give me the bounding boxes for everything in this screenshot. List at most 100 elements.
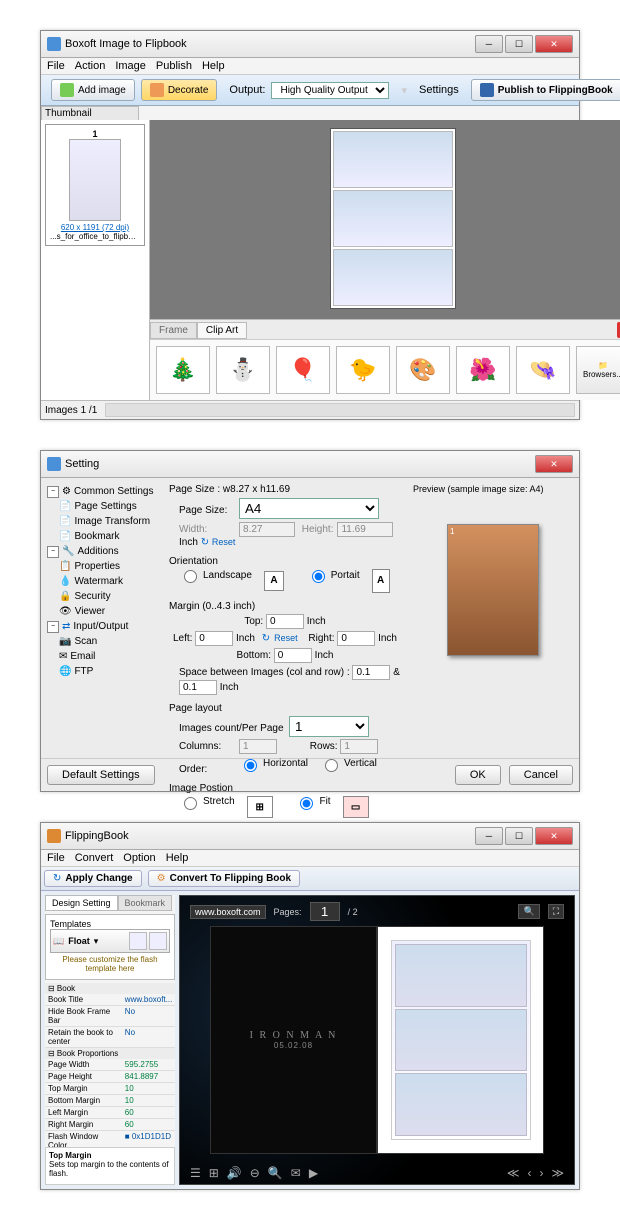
settings-label[interactable]: Settings bbox=[419, 84, 459, 96]
next-page-icon[interactable]: › bbox=[539, 1166, 543, 1180]
page-current-input[interactable] bbox=[310, 902, 340, 921]
close-button[interactable]: ✕ bbox=[535, 455, 573, 473]
tree-scan[interactable]: Scan bbox=[74, 634, 97, 649]
menu-action[interactable]: Action bbox=[75, 60, 106, 72]
reset-link[interactable]: Reset bbox=[212, 537, 236, 547]
template-select[interactable]: 📖Float▾ bbox=[50, 929, 170, 953]
prop-row[interactable]: Hide Book Frame BarNo bbox=[45, 1006, 175, 1027]
menu-option[interactable]: Option bbox=[123, 852, 155, 864]
clip-item[interactable]: 🎄 bbox=[156, 346, 210, 394]
zoom-icon[interactable]: 🔍 bbox=[518, 904, 539, 919]
canvas[interactable] bbox=[150, 120, 620, 319]
output-select[interactable]: High Quality Output bbox=[271, 82, 389, 99]
apply-change-button[interactable]: ↻Apply Change bbox=[44, 870, 142, 887]
right-page[interactable] bbox=[377, 926, 544, 1154]
tpl-icon[interactable] bbox=[149, 932, 167, 950]
prop-row[interactable]: Page Width595.2755 bbox=[45, 1059, 175, 1071]
stretch-radio[interactable]: Stretch bbox=[179, 794, 235, 810]
prev-page-icon[interactable]: ‹ bbox=[527, 1166, 531, 1180]
bottom-input[interactable] bbox=[274, 648, 312, 663]
collapse-icon[interactable]: − bbox=[47, 486, 59, 498]
cancel-button[interactable]: Cancel bbox=[509, 765, 573, 785]
decorate-button[interactable]: Decorate bbox=[141, 79, 218, 101]
maximize-button[interactable]: ☐ bbox=[505, 827, 533, 845]
clip-item[interactable]: 🐤 bbox=[336, 346, 390, 394]
fit-radio[interactable]: Fit bbox=[295, 794, 330, 810]
scrollbar[interactable] bbox=[105, 403, 575, 417]
property-table[interactable]: ⊟ BookBook Titlewww.boxoft...Hide Book F… bbox=[45, 983, 175, 1147]
tab-bookmark[interactable]: Bookmark bbox=[118, 895, 173, 911]
convert-button[interactable]: ⚙Convert To Flipping Book bbox=[148, 870, 300, 887]
flipbook-viewer[interactable]: www.boxoft.com Pages: / 2 🔍 ⛶ I R O N M … bbox=[179, 895, 575, 1185]
print-icon[interactable]: ▶ bbox=[309, 1166, 318, 1180]
add-image-button[interactable]: Add image bbox=[51, 79, 135, 101]
reset-margin[interactable]: Reset bbox=[274, 633, 298, 643]
share-icon[interactable]: ✉ bbox=[291, 1166, 301, 1180]
ok-button[interactable]: OK bbox=[455, 765, 501, 785]
prop-row[interactable]: Left Margin60 bbox=[45, 1107, 175, 1119]
defaults-button[interactable]: Default Settings bbox=[47, 765, 155, 785]
tree-common[interactable]: Common Settings bbox=[74, 484, 153, 499]
left-input[interactable] bbox=[195, 631, 233, 646]
tree-bookmark[interactable]: Bookmark bbox=[74, 529, 119, 544]
tree-email[interactable]: Email bbox=[70, 649, 95, 664]
tree-image-transform[interactable]: Image Transform bbox=[74, 514, 150, 529]
tab-clipart[interactable]: Clip Art bbox=[197, 322, 247, 339]
collapse-icon[interactable]: − bbox=[47, 621, 59, 633]
last-page-icon[interactable]: ≫ bbox=[551, 1166, 564, 1180]
clip-item[interactable]: 🎈 bbox=[276, 346, 330, 394]
zoomin-icon[interactable]: 🔍 bbox=[268, 1166, 283, 1180]
tree-additions[interactable]: Additions bbox=[77, 544, 118, 559]
tree-viewer[interactable]: Viewer bbox=[75, 604, 105, 619]
prop-row[interactable]: Retain the book to centerNo bbox=[45, 1027, 175, 1048]
tree-page-settings[interactable]: Page Settings bbox=[74, 499, 136, 514]
menu-convert[interactable]: Convert bbox=[75, 852, 114, 864]
prop-group[interactable]: ⊟ Book bbox=[45, 983, 175, 994]
menu-file[interactable]: File bbox=[47, 852, 65, 864]
menu-help[interactable]: Help bbox=[202, 60, 225, 72]
minimize-button[interactable]: ─ bbox=[475, 827, 503, 845]
maximize-button[interactable]: ☐ bbox=[505, 35, 533, 53]
thumbnail-item[interactable]: 1 620 x 1191 (72 dpi) ...s_for_office_to… bbox=[45, 124, 145, 246]
tree-io[interactable]: Input/Output bbox=[73, 619, 128, 634]
prop-row[interactable]: Right Margin60 bbox=[45, 1119, 175, 1131]
clip-item[interactable]: 👒 bbox=[516, 346, 570, 394]
landscape-radio[interactable]: Landscape bbox=[179, 567, 252, 583]
clip-item[interactable]: ⛄ bbox=[216, 346, 270, 394]
prop-row[interactable]: Book Titlewww.boxoft... bbox=[45, 994, 175, 1006]
thumbs-icon[interactable]: ⊞ bbox=[209, 1166, 219, 1180]
first-page-icon[interactable]: ≪ bbox=[507, 1166, 520, 1180]
prop-row[interactable]: Flash Window Color■ 0x1D1D1D bbox=[45, 1131, 175, 1147]
prop-row[interactable]: Top Margin10 bbox=[45, 1083, 175, 1095]
top-input[interactable] bbox=[266, 614, 304, 629]
portrait-radio[interactable]: Portait bbox=[307, 567, 360, 583]
browse-button[interactable]: 📁Browsers... bbox=[576, 346, 620, 394]
canvas-image[interactable] bbox=[330, 128, 456, 309]
menu-image[interactable]: Image bbox=[115, 60, 146, 72]
menu-publish[interactable]: Publish bbox=[156, 60, 192, 72]
publish-button[interactable]: Publish to FlippingBook bbox=[471, 79, 620, 101]
rowspace-input[interactable] bbox=[179, 680, 217, 695]
toc-icon[interactable]: ☰ bbox=[190, 1166, 201, 1180]
clip-item[interactable]: 🎨 bbox=[396, 346, 450, 394]
left-page[interactable]: I R O N M A N 05.02.08 bbox=[210, 926, 377, 1154]
colspace-input[interactable] bbox=[352, 665, 390, 680]
close-button[interactable]: ✕ bbox=[535, 35, 573, 53]
tpl-icon[interactable] bbox=[129, 932, 147, 950]
tree-security[interactable]: Security bbox=[74, 589, 110, 604]
fullscreen-icon[interactable]: ⛶ bbox=[548, 904, 564, 919]
pagesize-select[interactable]: A4 bbox=[239, 498, 379, 519]
prop-group[interactable]: ⊟ Book Proportions bbox=[45, 1048, 175, 1059]
tab-design[interactable]: Design Setting bbox=[45, 895, 118, 911]
ipp-select[interactable]: 1 bbox=[289, 716, 369, 737]
prop-row[interactable]: Bottom Margin10 bbox=[45, 1095, 175, 1107]
right-input[interactable] bbox=[337, 631, 375, 646]
prop-row[interactable]: Page Height841.8897 bbox=[45, 1071, 175, 1083]
tree-watermark[interactable]: Watermark bbox=[74, 574, 123, 589]
tab-frame[interactable]: Frame bbox=[150, 322, 197, 339]
zoomout-icon[interactable]: ⊖ bbox=[250, 1166, 260, 1180]
clip-item[interactable]: 🌺 bbox=[456, 346, 510, 394]
tree-ftp[interactable]: FTP bbox=[74, 664, 93, 679]
sound-icon[interactable]: 🔊 bbox=[227, 1166, 242, 1180]
tree-properties[interactable]: Properties bbox=[74, 559, 120, 574]
